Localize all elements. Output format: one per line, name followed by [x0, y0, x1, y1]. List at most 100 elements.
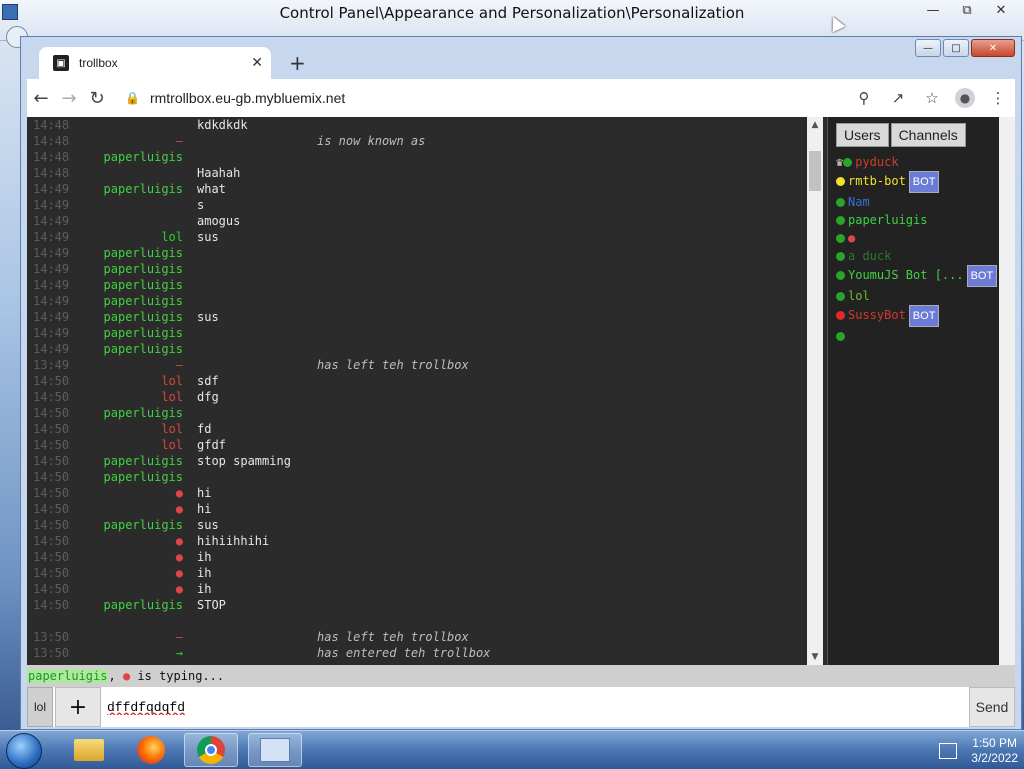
chat-log[interactable]: 14:48 kdkdkdk 14:48 – is now known as 14:48 pa… [27, 117, 809, 665]
share-icon[interactable]: ↗ [887, 89, 909, 107]
taskbar-control-panel[interactable] [248, 733, 302, 767]
message-text: sus [197, 230, 219, 244]
taskbar-firefox[interactable] [124, 733, 178, 767]
message-text: dfg [197, 390, 219, 404]
message-nick[interactable]: paperluigis [97, 261, 183, 277]
message-time: 14:50 [33, 454, 70, 468]
message-nick[interactable]: paperluigis [97, 325, 183, 341]
message-nick[interactable]: paperluigis [97, 309, 183, 325]
new-tab-button[interactable]: + [289, 51, 306, 75]
status-dot-icon [836, 271, 845, 280]
trollbox-page: 14:48 kdkdkdk 14:48 – is now known as 14:48 pa… [27, 117, 1015, 727]
message-nick[interactable]: paperluigis [97, 597, 183, 613]
user-list-item[interactable]: SussyBot BOT [836, 305, 996, 327]
message-nick[interactable]: – [97, 133, 183, 149]
message-time: 14:48 [33, 118, 70, 132]
message-time: 14:50 [33, 566, 70, 580]
message-nick[interactable]: → [97, 645, 183, 661]
status-dot-icon [836, 292, 845, 301]
scroll-up-icon[interactable]: ▲ [807, 117, 823, 133]
system-tray: 1:50 PM 3/2/2022 [939, 735, 1018, 767]
cp-restore-button[interactable]: ⧉ [950, 0, 984, 20]
profile-icon[interactable]: ● [955, 88, 975, 108]
message-nick[interactable]: – [97, 357, 183, 373]
back-icon[interactable]: ← [27, 88, 55, 109]
cp-close-button[interactable]: ✕ [984, 0, 1018, 20]
tab-close-icon[interactable]: ✕ [251, 55, 263, 71]
tab-channels[interactable]: Channels [890, 123, 966, 147]
message-input[interactable] [103, 687, 967, 727]
tab-users[interactable]: Users [836, 123, 889, 147]
chat-message: 14:50 paperluigis stop spamming [27, 453, 809, 469]
zoom-icon[interactable]: ⚲ [853, 89, 875, 107]
message-time: 14:49 [33, 294, 70, 308]
message-nick[interactable]: paperluigis [97, 453, 183, 469]
message-nick[interactable]: lol [97, 229, 183, 245]
message-nick[interactable]: paperluigis [97, 277, 183, 293]
menu-icon[interactable]: ⋮ [987, 89, 1009, 107]
user-list-item[interactable]: ♛ pyduck [836, 153, 996, 171]
cp-minimize-button[interactable]: — [916, 0, 950, 20]
message-nick[interactable]: paperluigis [97, 181, 183, 197]
users-panel-scrollbar[interactable] [999, 117, 1015, 665]
forward-icon[interactable]: → [55, 88, 83, 109]
status-dot-icon [836, 198, 845, 207]
scroll-thumb[interactable] [809, 151, 821, 191]
message-text: Haahah [197, 166, 241, 180]
message-nick[interactable]: paperluigis [97, 469, 183, 485]
network-icon[interactable] [939, 743, 958, 759]
address-bar[interactable]: rmtrollbox.eu-gb.mybluemix.net [150, 90, 345, 106]
message-nick[interactable]: lol [97, 437, 183, 453]
reload-icon[interactable]: ↻ [83, 88, 111, 109]
user-list-item[interactable] [836, 327, 996, 345]
message-nick[interactable]: ● [97, 485, 183, 501]
plus-button[interactable]: + [55, 687, 101, 727]
start-button[interactable] [6, 733, 42, 769]
scroll-down-icon[interactable]: ▼ [807, 649, 823, 665]
message-nick[interactable]: lol [97, 389, 183, 405]
message-nick[interactable]: paperluigis [97, 405, 183, 421]
message-time: 13:50 [33, 646, 70, 660]
nick-button[interactable]: lol [27, 687, 53, 727]
system-message-text: is now known as [317, 134, 426, 148]
message-nick[interactable]: paperluigis [97, 341, 183, 357]
message-text: STOP [197, 598, 226, 612]
message-nick[interactable]: ● [97, 533, 183, 549]
lock-icon[interactable]: 🔒 [125, 91, 140, 105]
message-time: 14:50 [33, 438, 70, 452]
taskbar-chrome[interactable] [184, 733, 238, 767]
message-nick[interactable]: ● [97, 565, 183, 581]
message-nick[interactable]: paperluigis [97, 517, 183, 533]
trollbox-favicon-icon: ▣ [53, 55, 69, 71]
message-text: fd [197, 422, 212, 436]
message-time: 14:49 [33, 230, 70, 244]
user-list-item[interactable]: YoumuJS Bot [... BOT [836, 265, 998, 287]
user-list-item[interactable]: a duck [836, 247, 996, 265]
clock[interactable]: 1:50 PM 3/2/2022 [971, 736, 1018, 766]
message-text: sus [197, 310, 219, 324]
message-nick[interactable]: lol [97, 373, 183, 389]
message-nick[interactable]: ● [97, 581, 183, 597]
send-button[interactable]: Send [969, 687, 1015, 727]
message-nick[interactable]: ● [97, 549, 183, 565]
message-nick[interactable]: paperluigis [97, 293, 183, 309]
star-icon[interactable]: ☆ [921, 89, 943, 107]
user-list-item[interactable]: Nam [836, 193, 996, 211]
message-nick[interactable]: paperluigis [97, 245, 183, 261]
taskbar: 1:50 PM 3/2/2022 [0, 730, 1024, 769]
clock-date: 3/2/2022 [971, 751, 1018, 765]
message-nick[interactable]: – [97, 629, 183, 645]
message-nick[interactable]: ● [97, 501, 183, 517]
tab-trollbox[interactable]: ▣ trollbox ✕ [39, 47, 271, 79]
message-nick[interactable]: paperluigis [97, 149, 183, 165]
taskbar-explorer[interactable] [62, 733, 116, 767]
message-time: 14:50 [33, 390, 70, 404]
user-list-item[interactable]: lol [836, 287, 996, 305]
chat-scrollbar[interactable]: ▲ ▼ [807, 117, 823, 665]
message-nick[interactable]: lol [97, 421, 183, 437]
status-dot-icon [836, 332, 845, 341]
user-list-item[interactable]: ● [836, 229, 996, 247]
user-list-item[interactable]: rmtb-bot BOT [836, 171, 996, 193]
message-time: 14:49 [33, 214, 70, 228]
user-list-item[interactable]: paperluigis [836, 211, 996, 229]
